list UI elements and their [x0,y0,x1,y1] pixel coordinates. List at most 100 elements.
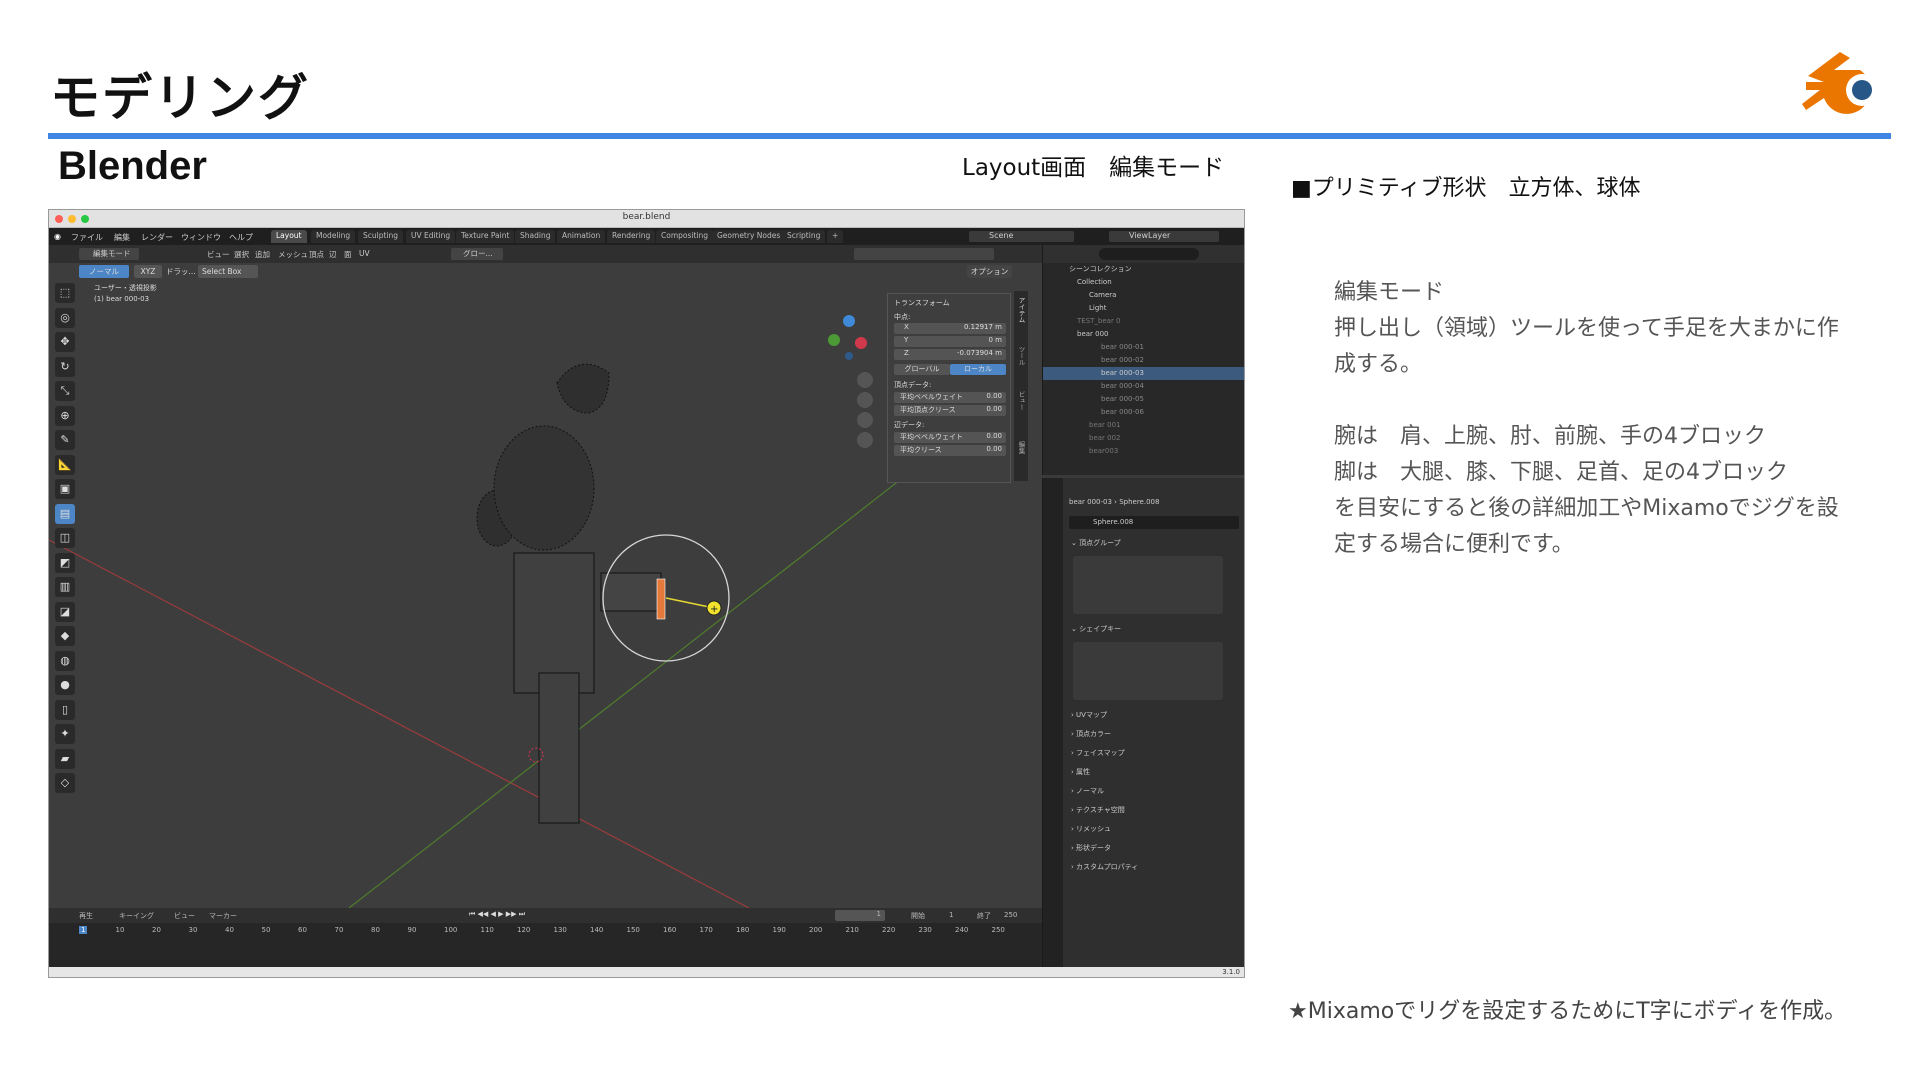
vertex-groups-panel-header[interactable]: ⌄ 頂点グループ [1071,538,1121,548]
tab-view[interactable]: ビュー [1016,391,1026,411]
menu-select[interactable]: 選択 [234,249,249,260]
menu-add[interactable]: 追加 [255,249,270,260]
tab-uv-editing[interactable]: UV Editing [406,230,456,243]
panel-normals[interactable]: › ノーマル [1071,786,1104,796]
outliner-item[interactable]: bear 000-05 [1043,393,1244,406]
smooth-tool-icon[interactable]: ● [55,675,75,695]
outliner-item[interactable]: bear003 [1043,445,1244,458]
add-cube-tool-icon[interactable]: ▣ [55,479,75,499]
loop-cut-tool-icon[interactable]: ▥ [55,577,75,597]
outliner-item[interactable]: bear 002 [1043,432,1244,445]
outliner-item[interactable]: Camera [1043,289,1244,302]
playback-controls[interactable]: ⏮ ◀◀ ◀ ▶ ▶▶ ⏭ [469,910,525,919]
median-y-field[interactable]: Y 0 m [894,336,1006,347]
bevel-tool-icon[interactable]: ◩ [55,552,75,573]
tab-scripting[interactable]: Scripting [782,230,826,243]
outliner-item[interactable]: bear 000-01 [1043,341,1244,354]
panel-face-maps[interactable]: › フェイスマップ [1071,748,1125,758]
tab-rendering[interactable]: Rendering [607,230,656,243]
edge-slide-tool-icon[interactable]: ▯ [55,699,75,720]
menu-uv[interactable]: UV [359,249,370,258]
inset-tool-icon[interactable]: ◫ [55,528,75,548]
panel-texture-space[interactable]: › テクスチャ空間 [1071,805,1125,815]
outliner-item[interactable]: Light [1043,302,1244,315]
outliner-item[interactable]: bear 001 [1043,419,1244,432]
start-frame-value[interactable]: 1 [949,911,953,919]
mean-vertex-crease-field[interactable]: 平均頂点クリース 0.00 [894,405,1006,416]
shape-keys-list[interactable] [1073,642,1223,700]
orientation-selector[interactable]: グロー... [451,248,503,260]
tab-compositing[interactable]: Compositing [656,230,714,243]
outliner-search-input[interactable] [1099,248,1199,260]
menu-edge[interactable]: 辺 [329,249,337,260]
move-tool-icon[interactable]: ✥ [55,332,75,352]
outliner-scene-collection[interactable]: シーンコレクション [1043,263,1244,276]
outliner-item[interactable]: bear 000-06 [1043,406,1244,419]
menu-face[interactable]: 面 [344,249,352,260]
menu-window[interactable]: ウィンドウ [181,232,221,243]
add-workspace-button[interactable]: + [827,230,844,243]
properties-tabs[interactable] [1043,478,1063,977]
measure-tool-icon[interactable]: 📐 [55,454,75,475]
median-z-field[interactable]: Z -0.073904 m [894,349,1006,360]
panel-uv-maps[interactable]: › UVマップ [1071,710,1107,720]
blender-menu-icon[interactable]: ◉ [54,232,61,241]
menu-file[interactable]: ファイル [71,232,103,243]
poly-build-tool-icon[interactable]: ◆ [55,626,75,646]
shrink-tool-icon[interactable]: ✦ [55,724,75,744]
navigation-gizmo[interactable] [828,315,867,360]
bear-body[interactable] [513,552,595,694]
timeline-view-menu[interactable]: ビュー [174,911,195,921]
tab-texture-paint[interactable]: Texture Paint [456,230,515,243]
outliner-item-selected[interactable]: bear 000-03 [1043,367,1244,380]
menu-view[interactable]: ビュー [207,249,230,260]
panel-geometry-data[interactable]: › 形状データ [1071,843,1111,853]
outliner-item[interactable]: bear 000-02 [1043,354,1244,367]
edge-crease-field[interactable]: 平均クリース 0.00 [894,445,1006,456]
tab-animation[interactable]: Animation [557,230,606,243]
rip-tool-icon[interactable]: ◇ [55,773,75,793]
bear-ear-right[interactable] [556,363,610,414]
tab-item[interactable]: アイテム [1016,297,1026,323]
tab-tool[interactable]: ツール [1016,346,1026,366]
menu-help[interactable]: ヘルプ [229,232,253,243]
menu-render[interactable]: レンダー [141,232,173,243]
panel-vertex-colors[interactable]: › 頂点カラー [1071,729,1111,739]
outliner-item[interactable]: TEST_bear 0 [1043,315,1244,328]
bear-arm[interactable] [600,572,662,612]
menu-edit[interactable]: 編集 [114,232,130,243]
menu-mesh[interactable]: メッシュ [278,249,308,260]
timeline-ruler[interactable]: 1 10 20 30 40 50 60 70 80 90 100 110 120 130 140 150 160… [49,924,1042,938]
marker-menu[interactable]: マーカー [209,911,237,921]
tab-edit[interactable]: 編集 [1016,441,1026,454]
viewlayer-selector[interactable]: ViewLayer [1109,231,1219,242]
extrude-region-tool-icon[interactable]: ▤ [55,503,75,524]
annotate-tool-icon[interactable]: ✎ [55,430,75,450]
mesh-name-field[interactable]: Sphere.008 [1069,516,1239,529]
cursor-tool-icon[interactable]: ◎ [55,307,75,328]
scale-tool-icon[interactable]: ⤡ [55,381,75,401]
end-frame-value[interactable]: 250 [1004,911,1017,919]
keying-menu[interactable]: キーイング [119,911,154,921]
outliner-item[interactable]: bear 000 [1043,328,1244,341]
tab-sculpting[interactable]: Sculpting [358,230,404,243]
view-controls[interactable] [857,372,873,448]
panel-remesh[interactable]: › リメッシュ [1071,824,1111,834]
edge-bevel-weight-field[interactable]: 平均ベベルウェイト 0.00 [894,432,1006,443]
vertex-groups-list[interactable] [1073,556,1223,614]
rotate-tool-icon[interactable]: ↻ [55,356,75,377]
selected-face[interactable] [656,578,666,620]
overlay-shading-buttons[interactable] [854,248,994,260]
median-x-field[interactable]: X 0.12917 m [894,323,1006,334]
local-toggle[interactable]: ローカル [950,364,1006,375]
mode-selector[interactable]: 編集モード [79,248,139,260]
tab-shading[interactable]: Shading [515,230,556,243]
bear-leg[interactable] [538,672,580,824]
tab-geometry-nodes[interactable]: Geometry Nodes [712,230,786,243]
scene-selector[interactable]: Scene [969,231,1074,242]
shear-tool-icon[interactable]: ▰ [55,748,75,769]
transform-tool-icon[interactable]: ⊕ [55,405,75,426]
bear-head[interactable] [493,425,595,551]
shape-keys-panel-header[interactable]: ⌄ シェイプキー [1071,624,1121,634]
mean-bevel-weight-field[interactable]: 平均ベベルウェイト 0.00 [894,392,1006,403]
